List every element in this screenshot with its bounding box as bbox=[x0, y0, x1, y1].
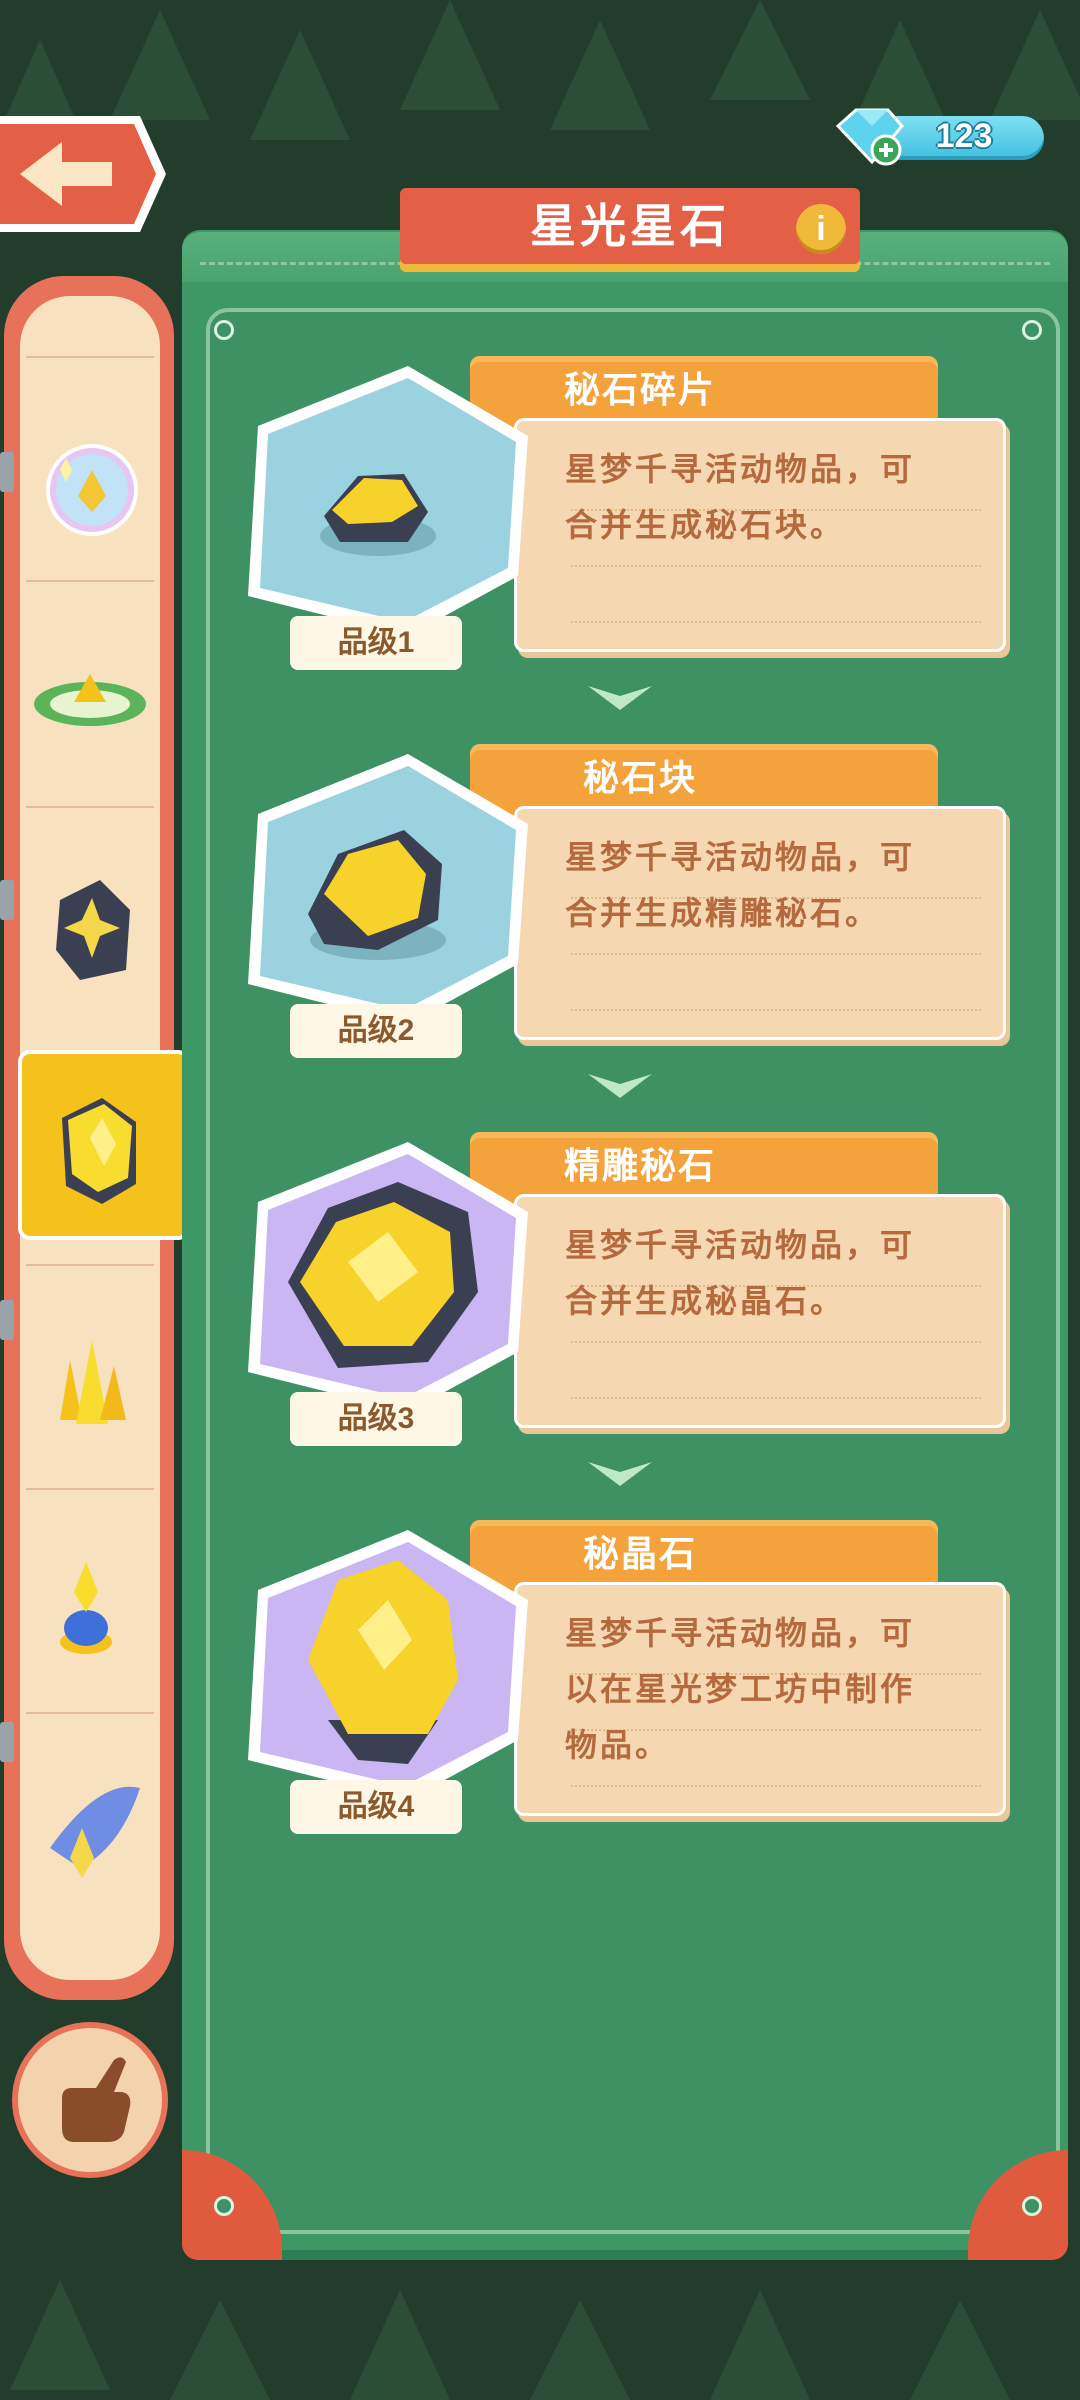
card-description-line: 星梦千寻活动物品，可 bbox=[565, 1615, 916, 1651]
pointing-hand-icon bbox=[62, 2057, 131, 2142]
bubble-gem-icon bbox=[46, 444, 138, 536]
grass-crystal-icon bbox=[34, 674, 146, 726]
carved-stone-icon bbox=[248, 1142, 528, 1412]
card-description-line: 以在星光梦工坊中制作 bbox=[565, 1671, 916, 1707]
chevron-down-icon bbox=[588, 1462, 652, 1486]
winged-crystal-icon bbox=[50, 1786, 140, 1878]
back-arrow-icon bbox=[0, 116, 166, 232]
card-description-line: 星梦千寻活动物品，可 bbox=[565, 1227, 916, 1263]
gold-starstone-icon bbox=[62, 1098, 136, 1204]
sidebar-clip bbox=[0, 1300, 14, 1340]
sidebar-item-gold-starstone[interactable] bbox=[18, 1050, 190, 1240]
card-description-line: 合并生成秘石块。 bbox=[565, 507, 846, 543]
frame-pin bbox=[1022, 320, 1042, 340]
desc-rule bbox=[571, 565, 981, 567]
sidebar-divider bbox=[26, 1712, 154, 1714]
card-description-box: 星梦千寻活动物品，可 合并生成精雕秘石。 bbox=[514, 806, 1006, 1040]
sidebar-item-yellow-crystal-cluster[interactable] bbox=[20, 1290, 160, 1470]
desc-rule bbox=[571, 953, 981, 955]
item-card-grade-4: 秘晶石 星梦千寻活动物品，可 以在星光梦工坊中制作 物品。 品级4 bbox=[228, 1520, 1008, 1970]
sidebar-clip bbox=[0, 452, 14, 492]
sidebar-divider bbox=[26, 806, 154, 808]
item-card-grade-2: 秘石块 星梦千寻活动物品，可 合并生成精雕秘石。 品级2 bbox=[228, 744, 1008, 1194]
card-description-box: 星梦千寻活动物品，可 合并生成秘石块。 bbox=[514, 418, 1006, 652]
gem-counter[interactable]: 123 bbox=[832, 104, 1046, 166]
yellow-crystal-cluster-icon bbox=[60, 1340, 126, 1424]
back-button[interactable] bbox=[0, 112, 170, 236]
blue-lamp-icon bbox=[60, 1562, 112, 1654]
gem-plus-icon bbox=[835, 108, 904, 166]
grade-badge: 品级2 bbox=[290, 1004, 462, 1058]
title-banner: 星光星石 bbox=[400, 188, 860, 278]
sidebar-item-grass-crystal[interactable] bbox=[20, 604, 160, 784]
card-description-box: 星梦千寻活动物品，可 合并生成秘晶石。 bbox=[514, 1194, 1006, 1428]
crystal-stone-icon bbox=[248, 1530, 528, 1800]
desc-rule bbox=[571, 1341, 981, 1343]
card-description-line: 合并生成精雕秘石。 bbox=[565, 895, 881, 931]
sidebar-item-winged-crystal[interactable] bbox=[20, 1738, 160, 1918]
stone-block-icon bbox=[248, 754, 528, 1024]
hand-button[interactable] bbox=[12, 2022, 168, 2178]
info-button[interactable]: i bbox=[796, 204, 846, 254]
grade-badge: 品级1 bbox=[290, 616, 462, 670]
card-description-line: 星梦千寻活动物品，可 bbox=[565, 839, 916, 875]
item-card-grade-3: 精雕秘石 星梦千寻活动物品，可 合并生成秘晶石。 品级3 bbox=[228, 1132, 1008, 1582]
desc-rule bbox=[571, 621, 981, 623]
sidebar-divider bbox=[26, 1488, 154, 1490]
card-description-line: 星梦千寻活动物品，可 bbox=[565, 451, 916, 487]
stone-fragment-icon bbox=[248, 366, 528, 636]
item-card-grade-1: 秘石碎片 星梦千寻活动物品，可 合并生成秘石块。 品级1 bbox=[228, 356, 1008, 806]
sidebar-item-bubble-gem[interactable] bbox=[20, 380, 160, 560]
sidebar-clip bbox=[0, 1722, 14, 1762]
card-description-line: 合并生成秘晶石。 bbox=[565, 1283, 846, 1319]
page-title: 星光星石 bbox=[530, 200, 730, 252]
desc-rule bbox=[571, 1009, 981, 1011]
sidebar-item-dark-starstone[interactable] bbox=[20, 830, 160, 1010]
grade-badge: 品级4 bbox=[290, 1780, 462, 1834]
dark-starstone-icon bbox=[56, 880, 130, 980]
sidebar-clip bbox=[0, 880, 14, 920]
card-description-box: 星梦千寻活动物品，可 以在星光梦工坊中制作 物品。 bbox=[514, 1582, 1006, 1816]
sidebar-divider bbox=[26, 1264, 154, 1266]
sidebar-item-blue-lamp[interactable] bbox=[20, 1512, 160, 1692]
frame-pin bbox=[1022, 2196, 1042, 2216]
gem-count: 123 bbox=[935, 117, 993, 155]
sidebar-divider bbox=[26, 580, 154, 582]
chevron-down-icon bbox=[588, 686, 652, 710]
frame-pin bbox=[214, 2196, 234, 2216]
chevron-down-icon bbox=[588, 1074, 652, 1098]
desc-rule bbox=[571, 1785, 981, 1787]
grade-badge: 品级3 bbox=[290, 1392, 462, 1446]
card-description-line: 物品。 bbox=[565, 1727, 671, 1763]
desc-rule bbox=[571, 1397, 981, 1399]
frame-pin bbox=[214, 320, 234, 340]
sidebar-divider bbox=[26, 356, 154, 358]
